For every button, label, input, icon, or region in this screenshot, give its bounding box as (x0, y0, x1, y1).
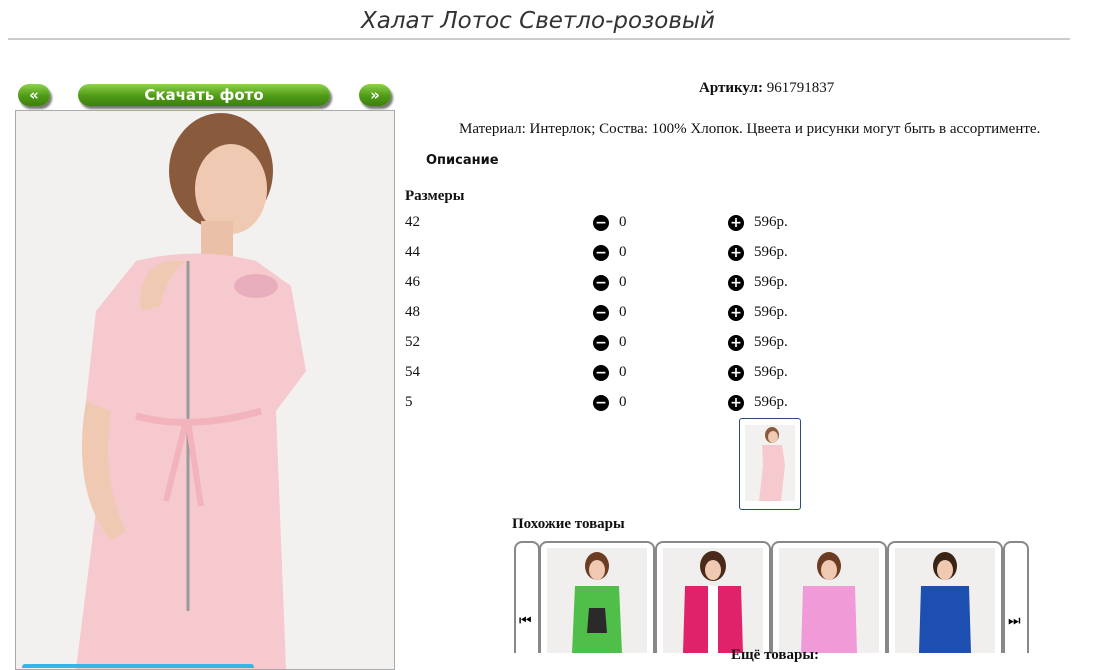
minus-circle-icon[interactable]: − (593, 335, 609, 351)
minus-circle-icon[interactable]: − (593, 305, 609, 321)
product-description: Материал: Интерлок; Соства: 100% Хлопок.… (459, 121, 1041, 137)
quantity-value: 0 (619, 334, 627, 350)
quantity-value: 0 (619, 364, 627, 380)
size-value: 48 (405, 304, 420, 320)
similar-products-label: Похожие товары (512, 516, 625, 532)
title-divider (8, 38, 1070, 40)
minus-circle-icon[interactable]: − (593, 215, 609, 231)
price-value: 596р. (754, 334, 788, 350)
similar-product-image (572, 552, 622, 653)
sizes-label: Размеры (405, 188, 465, 204)
plus-circle-icon[interactable]: + (728, 305, 744, 321)
plus-circle-icon[interactable]: + (728, 215, 744, 231)
size-value: 54 (405, 364, 420, 380)
size-value: 46 (405, 274, 420, 290)
minus-circle-icon[interactable]: − (593, 395, 609, 411)
plus-circle-icon[interactable]: + (728, 395, 744, 411)
photo-thumbnail[interactable] (739, 418, 801, 510)
size-row: 54 − 0 + 596р. (405, 364, 825, 384)
quantity-value: 0 (619, 214, 627, 230)
article-line: Артикул: 961791837 (699, 80, 834, 97)
product-photo-image (16, 111, 394, 669)
next-photo-button[interactable]: » (359, 84, 391, 106)
price-value: 596р. (754, 394, 788, 410)
quantity-value: 0 (619, 244, 627, 260)
size-value: 44 (405, 244, 420, 260)
quantity-value: 0 (619, 394, 627, 410)
skip-back-icon: ⏮ (519, 613, 532, 629)
size-row: 44 − 0 + 596р. (405, 244, 825, 264)
size-value: 52 (405, 334, 420, 350)
similar-product-card[interactable] (655, 541, 771, 653)
bottom-button-edge[interactable] (22, 664, 254, 668)
price-value: 596р. (754, 364, 788, 380)
similar-product-image (919, 552, 971, 653)
size-value: 42 (405, 214, 420, 230)
size-value: 5 (405, 394, 413, 410)
product-photo[interactable] (15, 110, 395, 670)
product-title: Халат Лотос Светло-розовый (360, 8, 716, 34)
article-label: Артикул: (699, 80, 763, 96)
size-row: 42 − 0 + 596р. (405, 214, 825, 234)
price-value: 596р. (754, 244, 788, 260)
size-row: 46 − 0 + 596р. (405, 274, 825, 294)
similar-product-card[interactable] (539, 541, 655, 653)
minus-circle-icon[interactable]: − (593, 275, 609, 291)
size-row: 5 − 0 + 596р. (405, 394, 825, 414)
price-value: 596р. (754, 274, 788, 290)
quantity-value: 0 (619, 274, 627, 290)
more-products-label: Ещё товары: (731, 647, 820, 663)
plus-circle-icon[interactable]: + (728, 365, 744, 381)
minus-circle-icon[interactable]: − (593, 245, 609, 261)
plus-circle-icon[interactable]: + (728, 275, 744, 291)
carousel-next-button[interactable]: ⏭ (1003, 541, 1029, 653)
size-row: 48 − 0 + 596р. (405, 304, 825, 324)
skip-forward-icon: ⏭ (1008, 613, 1021, 629)
price-value: 596р. (754, 304, 788, 320)
description-label: Описание (426, 153, 499, 168)
price-value: 596р. (754, 214, 788, 230)
plus-circle-icon[interactable]: + (728, 245, 744, 261)
similar-product-image (683, 551, 743, 653)
similar-product-card[interactable] (771, 541, 887, 653)
article-value: 961791837 (766, 80, 835, 96)
prev-photo-button[interactable]: « (18, 84, 50, 106)
size-row: 52 − 0 + 596р. (405, 334, 825, 354)
similar-product-image (801, 552, 857, 653)
quantity-value: 0 (619, 304, 627, 320)
carousel-prev-button[interactable]: ⏮ (514, 541, 540, 653)
download-photo-button[interactable]: Скачать фото (78, 84, 330, 106)
thumbnail-image (745, 425, 795, 501)
plus-circle-icon[interactable]: + (728, 335, 744, 351)
similar-product-card[interactable] (887, 541, 1003, 653)
minus-circle-icon[interactable]: − (593, 365, 609, 381)
